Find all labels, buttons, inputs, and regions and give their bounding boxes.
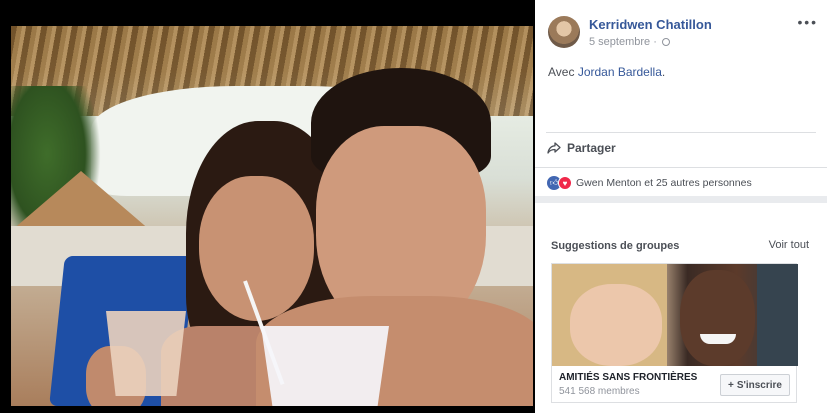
tagged-person-link[interactable]: Jordan Bardella [578,65,662,79]
divider [535,167,827,168]
post-photo[interactable] [11,26,533,406]
see-all-link[interactable]: Voir tout [769,239,809,251]
woman-face [199,176,314,321]
caption-suffix: . [661,65,666,79]
cover-person-face [570,284,662,366]
post-caption: Avec Jordan Bardella. [548,65,665,79]
group-cover-image[interactable] [552,264,798,366]
caption-prefix: Avec [548,65,575,79]
photo-viewer [0,0,535,413]
reactions-text[interactable]: Gwen Menton et 25 autres personnes [576,177,752,189]
cup-left [106,311,186,396]
meta-separator: · [653,36,657,48]
post-date[interactable]: 5 septembre [589,36,650,48]
group-suggestion-card[interactable]: AMITIÉS SANS FRONTIÈRES 541 568 membres … [551,263,798,403]
share-icon [547,142,561,154]
ellipsis-icon[interactable]: • • • [798,14,817,30]
author-name[interactable]: Kerridwen Chatillon [589,17,712,32]
post-sidebar: Kerridwen Chatillon 5 septembre · • • • … [535,0,827,413]
reactions-summary[interactable]: 👍︎ ♥ Gwen Menton et 25 autres personnes [547,176,752,190]
cover-smile [700,334,736,344]
join-group-button[interactable]: + S'inscrire [719,374,790,396]
section-gap [535,196,827,203]
groups-heading: Suggestions de groupes [551,240,680,252]
post-meta: 5 septembre · [589,36,670,48]
globe-icon [661,38,670,46]
share-button[interactable]: Partager [547,141,616,155]
share-label: Partager [567,141,616,155]
plus-icon: + [727,379,734,391]
cover-background [757,264,798,366]
cup-right [261,326,389,406]
group-name[interactable]: AMITIÉS SANS FRONTIÈRES [559,372,697,383]
cover-person-face [680,270,755,366]
divider [546,132,816,133]
love-icon: ♥ [558,176,572,190]
join-label: S'inscrire [736,379,782,391]
group-members-count: 541 568 membres [559,386,640,397]
author-avatar[interactable] [548,16,580,48]
